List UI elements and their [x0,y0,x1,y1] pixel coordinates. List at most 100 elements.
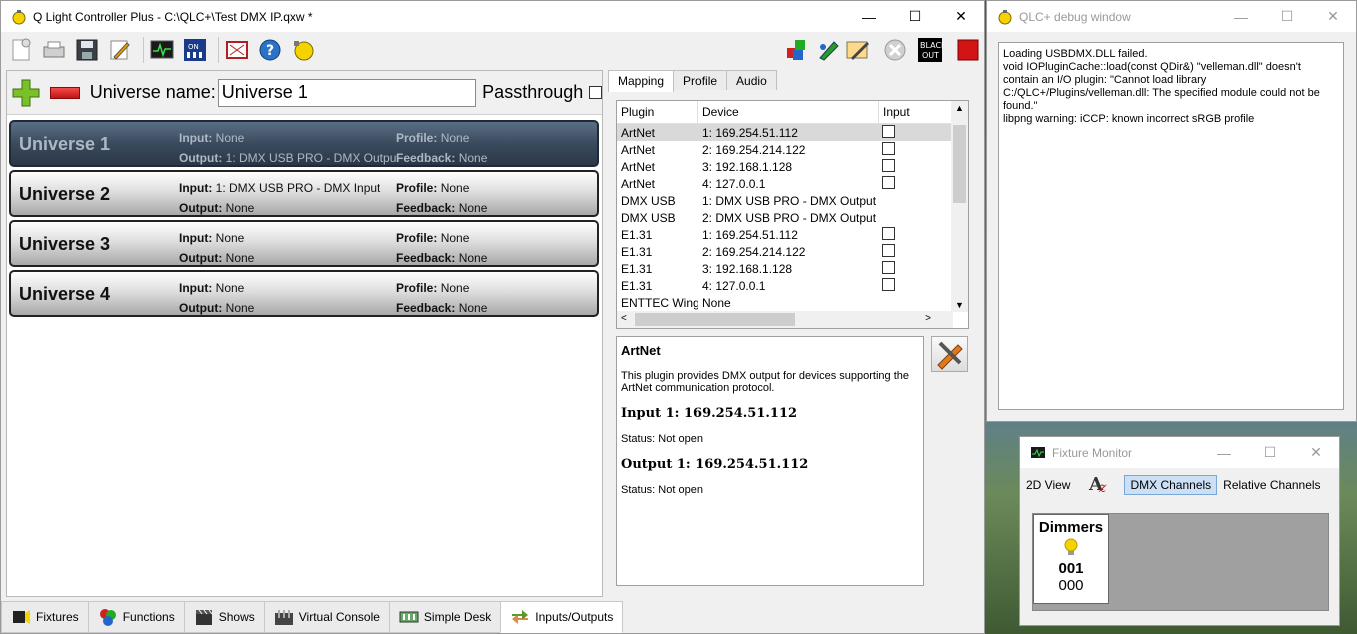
table-row[interactable]: ENTTEC Wing None [617,294,968,311]
scroll-up-icon[interactable]: ▲ [955,103,964,113]
maximize-button[interactable]: ☐ [892,1,938,32]
table-row[interactable]: ArtNet 4: 127.0.0.1 [617,175,968,192]
universe-title: Universe 2 [19,184,111,204]
mode-operate-icon[interactable] [783,36,811,64]
fullscreen-icon[interactable] [223,36,251,64]
blackout-icon[interactable]: BLACKOUT [916,36,944,64]
scroll-thumb[interactable] [635,313,795,326]
input-checkbox[interactable] [882,175,895,189]
print-icon[interactable] [40,36,68,64]
device-cell: 2: 169.254.214.122 [702,142,806,157]
2d-view-button[interactable]: 2D View [1020,478,1076,492]
universe-item[interactable]: Universe 4 Input: None Output: None Prof… [9,270,599,317]
tab-mapping[interactable]: Mapping [608,70,675,92]
universe-item[interactable]: Universe 2 Input: 1: DMX USB PRO - DMX I… [9,170,599,217]
new-workspace-icon[interactable] [7,36,35,64]
vertical-scrollbar[interactable]: ▲ ▼ [951,101,968,312]
table-row[interactable]: ArtNet 3: 192.168.1.128 [617,158,968,175]
table-row[interactable]: DMX USB 2: DMX USB PRO - DMX Output 2 [617,209,968,226]
scroll-right-icon[interactable]: > [925,313,931,324]
scroll-thumb[interactable] [953,125,966,203]
passthrough-label: Passthrough [482,82,584,102]
input-checkbox[interactable] [882,158,895,172]
scroll-down-icon[interactable]: ▼ [955,300,964,310]
tab-virtual-console[interactable]: Virtual Console [263,601,390,633]
font-icon[interactable]: Az [1082,472,1118,497]
tab-shows[interactable]: Shows [183,601,265,633]
toolbar-divider [143,36,144,63]
plugin-cell: ArtNet [621,142,656,157]
horizontal-scrollbar[interactable]: < > [617,311,953,328]
tab-inputs-outputs[interactable]: Inputs/Outputs [500,601,624,633]
relative-channels-button[interactable]: Relative Channels [1217,478,1326,492]
main-titlebar[interactable]: Q Light Controller Plus - C:\QLC+\Test D… [1,1,984,32]
universe-name-label: Universe name: [89,82,216,102]
minimize-button[interactable]: — [846,1,892,32]
universe-name-input[interactable] [217,78,477,107]
maximize-button[interactable]: ☐ [1247,437,1293,468]
save-as-icon[interactable] [106,36,134,64]
table-row[interactable]: DMX USB 1: DMX USB PRO - DMX Output 1 [617,192,968,209]
save-icon[interactable] [73,36,101,64]
dmx-monitor-icon[interactable] [148,36,176,64]
help-icon[interactable]: ? [256,36,284,64]
minimize-button[interactable]: — [1218,1,1264,32]
table-row[interactable]: ArtNet 1: 169.254.51.112 [617,124,968,141]
blackout-tool-icon[interactable] [814,36,842,64]
input-checkbox[interactable] [882,124,895,138]
scroll-left-icon[interactable]: < [621,313,627,324]
column-header-input[interactable]: Input [879,101,952,123]
table-row[interactable]: E1.31 2: 169.254.214.122 [617,243,968,260]
universe-output: Output: None [179,251,255,265]
debug-log[interactable]: Loading USBDMX.DLL failed. void IOPlugin… [998,42,1344,410]
configure-plugin-button[interactable] [931,336,968,372]
table-row[interactable]: E1.31 1: 169.254.51.112 [617,226,968,243]
add-universe-icon[interactable] [11,78,40,108]
table-row[interactable]: E1.31 3: 192.168.1.128 [617,260,968,277]
tab-functions[interactable]: Functions [87,601,185,633]
remove-universe-button[interactable] [50,86,80,99]
close-button[interactable]: ✕ [1310,1,1356,32]
dmx-address-tool-icon[interactable]: ON [181,36,209,64]
table-row[interactable]: ArtNet 2: 169.254.214.122 [617,141,968,158]
tab-fixtures[interactable]: Fixtures [1,601,89,633]
wrench-icon [937,341,963,370]
minimize-button[interactable]: — [1201,437,1247,468]
fixture-card[interactable]: Dimmers 001 000 [1033,514,1109,604]
universe-title: Universe 4 [19,284,111,304]
universe-profile: Profile: None [396,281,470,295]
universe-item[interactable]: Universe 3 Input: None Output: None Prof… [9,220,599,267]
tab-audio[interactable]: Audio [726,70,777,90]
debug-titlebar[interactable]: QLC+ debug window — ☐ ✕ [987,1,1356,32]
input-checkbox[interactable] [882,141,895,155]
input-checkbox[interactable] [882,226,895,240]
about-icon[interactable] [289,36,317,64]
universe-input: Input: 1: DMX USB PRO - DMX Input [179,181,381,195]
close-button[interactable]: ✕ [1293,437,1339,468]
universe-item[interactable]: Universe 1 Input: None Output: 1: DMX US… [9,120,599,167]
universe-toolbar: Universe name: Passthrough [7,71,603,115]
column-header-plugin[interactable]: Plugin [617,101,698,123]
dmx-channels-button[interactable]: DMX Channels [1124,474,1218,495]
fixture-icon [13,610,30,624]
tab-profile[interactable]: Profile [673,70,728,90]
passthrough-checkbox[interactable] [589,86,603,99]
input-cell [879,158,952,175]
input-checkbox[interactable] [882,260,895,274]
table-header: Plugin Device Input [617,101,968,124]
maximize-button[interactable]: ☐ [1264,1,1310,32]
edit-mode-icon[interactable] [844,36,872,64]
device-cell: 4: 127.0.0.1 [702,278,766,293]
input-checkbox[interactable] [882,277,895,291]
device-cell: 3: 192.168.1.128 [702,159,793,174]
tab-simple-desk[interactable]: Simple Desk [388,601,502,633]
input-checkbox[interactable] [882,243,895,257]
stop-functions-icon[interactable] [881,36,909,64]
universe-input: Input: None [179,231,245,245]
fixture-monitor-titlebar[interactable]: Fixture Monitor — ☐ ✕ [1020,437,1339,468]
column-header-device[interactable]: Device [698,101,879,123]
table-row[interactable]: E1.31 4: 127.0.0.1 [617,277,968,294]
close-button[interactable]: ✕ [938,1,984,32]
stop-icon[interactable] [954,36,982,64]
clapperboard-icon [195,609,213,625]
